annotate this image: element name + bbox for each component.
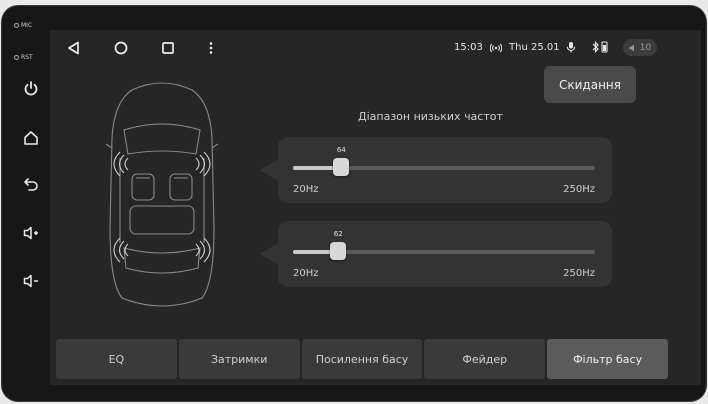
slider-card: 62 20Hz 250Hz: [260, 221, 612, 287]
home-icon: [24, 131, 38, 145]
volume-down-button[interactable]: [22, 272, 40, 290]
slider-max-label: 250Hz: [563, 268, 595, 279]
home-button[interactable]: [22, 129, 40, 147]
recents-square-icon: [162, 42, 174, 54]
slider-min-label: 20Hz: [293, 184, 319, 195]
slider-value: 64: [336, 146, 346, 154]
screen: 15:03 Thu 25.01 10 Скидання Діапазон низ…: [50, 30, 701, 385]
nav-recents-button[interactable]: [159, 39, 177, 57]
bluetooth-battery-icon: [592, 41, 608, 53]
section-title: Діапазон низьких частот: [358, 110, 503, 123]
volume-up-button[interactable]: [22, 224, 40, 242]
hotspot-icon: [490, 43, 502, 53]
card-pointer: [260, 243, 278, 265]
tab-bass-filter[interactable]: Фільтр басу: [547, 339, 668, 379]
device-bezel: MIC RST 15:03 Thu 25.01 10 Скидання Діап…: [2, 6, 706, 401]
bottom-tabs: EQ Затримки Посилення басу Фейдер Фільтр…: [56, 339, 668, 379]
mic-label: MIC: [21, 22, 33, 29]
mic-indicator: MIC: [14, 22, 32, 29]
tab-eq[interactable]: EQ: [56, 339, 177, 379]
nav-home-button[interactable]: [112, 39, 130, 57]
mic-hole-icon: [14, 23, 19, 28]
clock: 15:03: [454, 42, 483, 53]
date-label: Thu 25.01: [509, 42, 560, 53]
volume-down-icon: [23, 274, 38, 288]
speaker-waves: [113, 151, 211, 263]
slider-value: 62: [333, 230, 343, 238]
reset-hole-icon[interactable]: [14, 55, 19, 60]
car-top-view: [105, 82, 219, 307]
tab-delays[interactable]: Затримки: [178, 339, 300, 379]
power-icon: [24, 81, 38, 96]
more-menu-button[interactable]: [202, 39, 220, 57]
volume-up-icon: [23, 226, 38, 240]
volume-indicator[interactable]: 10: [623, 39, 657, 56]
slider-card: 64 20Hz 250Hz: [260, 137, 612, 203]
power-button[interactable]: [22, 80, 40, 98]
back-icon: [24, 178, 38, 191]
card-pointer: [260, 159, 278, 181]
tab-fader[interactable]: Фейдер: [424, 339, 546, 379]
rst-label: RST: [21, 54, 33, 61]
back-button[interactable]: [22, 175, 40, 193]
tab-bass-boost[interactable]: Посилення басу: [301, 339, 423, 379]
slider-max-label: 250Hz: [563, 184, 595, 195]
side-panel: MIC RST: [10, 20, 52, 400]
slider-thumb[interactable]: [330, 242, 347, 260]
home-circle-icon: [114, 41, 128, 55]
microphone-icon: [566, 42, 576, 53]
volume-value: 10: [639, 42, 652, 53]
speaker-icon: [629, 44, 634, 51]
nav-back-button[interactable]: [65, 39, 83, 57]
slider-track[interactable]: 64: [293, 146, 595, 176]
status-bar: 15:03 Thu 25.01 10: [50, 30, 701, 66]
reset-button[interactable]: Скидання: [544, 66, 636, 103]
slider-min-label: 20Hz: [293, 268, 319, 279]
reset-indicator[interactable]: RST: [14, 54, 33, 61]
more-vert-icon: [209, 42, 213, 54]
slider-thumb[interactable]: [333, 158, 350, 176]
slider-track[interactable]: 62: [293, 230, 595, 260]
back-triangle-icon: [68, 41, 79, 55]
